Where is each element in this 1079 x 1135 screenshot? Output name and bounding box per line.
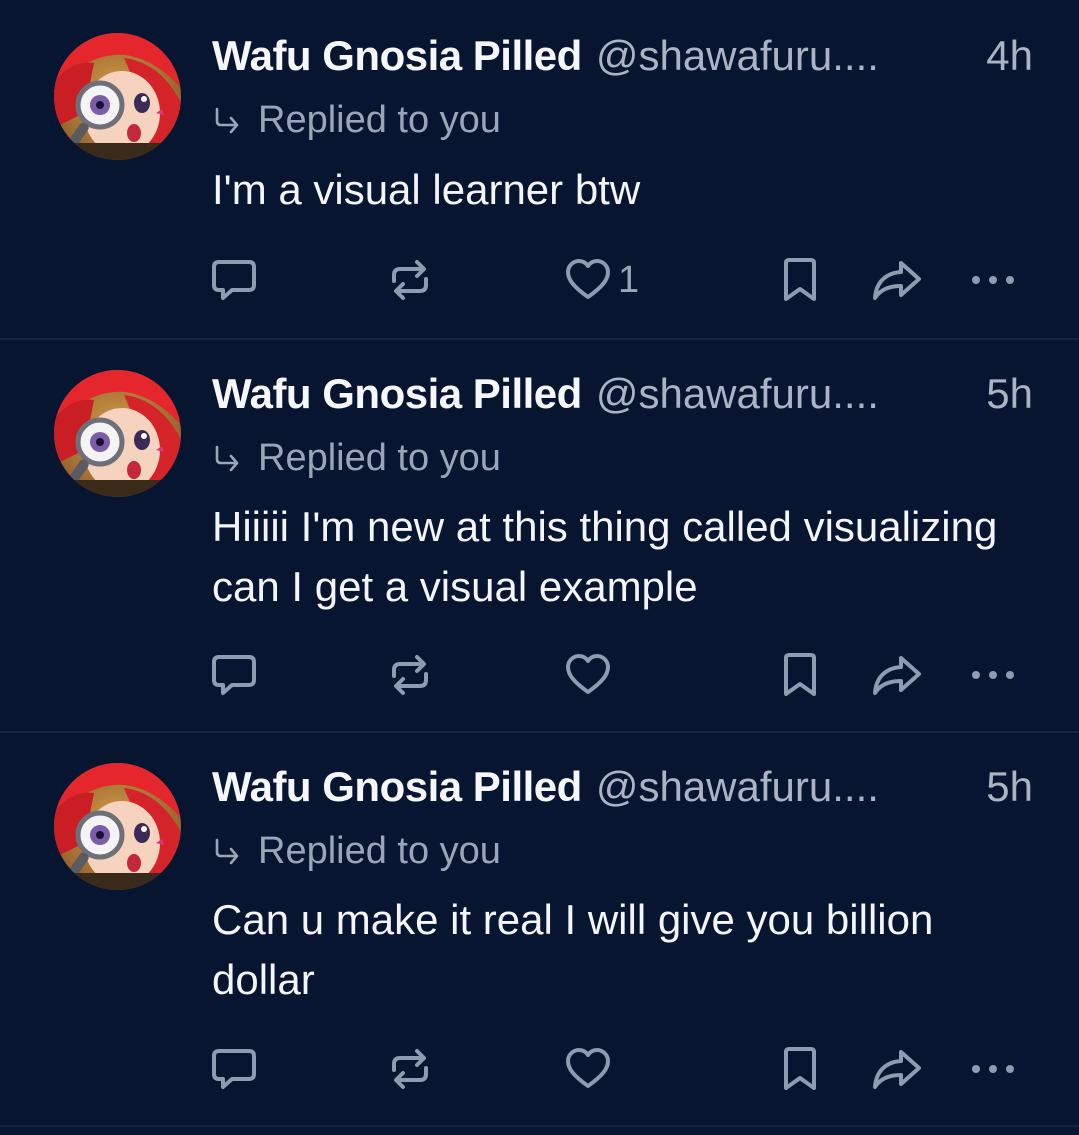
- repost-button[interactable]: [387, 1044, 433, 1094]
- heart-icon: [566, 654, 610, 694]
- author-name[interactable]: Wafu Gnosia Pilled: [212, 32, 582, 80]
- speech-bubble-icon: [212, 1049, 256, 1089]
- post-actions: 1: [0, 255, 1079, 305]
- reply-post[interactable]: Wafu Gnosia Pilled @shawafuru.... 4h Rep…: [0, 0, 1079, 340]
- author-name[interactable]: Wafu Gnosia Pilled: [212, 763, 582, 811]
- avatar[interactable]: [54, 763, 181, 890]
- repost-icon: [392, 1049, 428, 1089]
- reply-post[interactable]: Wafu Gnosia Pilled @shawafuru.... 5h Rep…: [0, 733, 1079, 1127]
- reply-arrow-icon: [215, 838, 239, 865]
- like-button[interactable]: 1: [564, 255, 639, 305]
- reply-context-label: Replied to you: [258, 436, 501, 479]
- like-count: 1: [618, 258, 640, 301]
- share-button[interactable]: [871, 255, 923, 305]
- repost-button[interactable]: [387, 650, 433, 700]
- post-timestamp[interactable]: 5h: [986, 763, 1033, 811]
- repost-button[interactable]: [387, 255, 433, 305]
- post-header: Wafu Gnosia Pilled @shawafuru.... 4h: [212, 32, 1033, 86]
- bookmark-icon: [784, 1047, 816, 1090]
- reply-arrow-icon: [215, 445, 239, 472]
- reply-context-label: Replied to you: [258, 98, 501, 141]
- repost-icon: [392, 260, 428, 300]
- ellipsis-icon: [972, 276, 1014, 284]
- share-arrow-icon: [873, 261, 921, 300]
- more-options-button[interactable]: [968, 255, 1018, 305]
- reply-button[interactable]: [210, 1044, 258, 1094]
- bookmark-button[interactable]: [780, 1044, 820, 1094]
- author-handle[interactable]: @shawafuru....: [596, 32, 976, 80]
- heart-icon: [566, 1048, 610, 1088]
- post-actions: [0, 1044, 1079, 1094]
- ellipsis-icon: [972, 671, 1014, 679]
- notifications-feed: Wafu Gnosia Pilled @shawafuru.... 4h Rep…: [0, 0, 1079, 1135]
- repost-icon: [392, 655, 428, 695]
- share-arrow-icon: [873, 1050, 921, 1089]
- post-actions: [0, 650, 1079, 700]
- author-handle[interactable]: @shawafuru....: [596, 763, 976, 811]
- like-button[interactable]: [564, 650, 618, 700]
- author-handle[interactable]: @shawafuru....: [596, 370, 976, 418]
- bookmark-button[interactable]: [780, 255, 820, 305]
- bookmark-icon: [784, 258, 816, 301]
- bookmark-icon: [784, 653, 816, 696]
- post-timestamp[interactable]: 4h: [986, 32, 1033, 80]
- reply-post[interactable]: Wafu Gnosia Pilled @shawafuru.... 5h Rep…: [0, 340, 1079, 733]
- ellipsis-icon: [972, 1065, 1014, 1073]
- reply-context: Replied to you: [212, 829, 501, 872]
- reply-context: Replied to you: [212, 98, 501, 141]
- avatar[interactable]: [54, 370, 181, 497]
- post-text: Can u make it real I will give you billi…: [212, 896, 934, 1003]
- author-name[interactable]: Wafu Gnosia Pilled: [212, 370, 582, 418]
- share-button[interactable]: [871, 1044, 923, 1094]
- heart-icon: [566, 259, 610, 299]
- more-options-button[interactable]: [968, 650, 1018, 700]
- share-arrow-icon: [873, 656, 921, 695]
- post-header: Wafu Gnosia Pilled @shawafuru.... 5h: [212, 370, 1033, 424]
- share-button[interactable]: [871, 650, 923, 700]
- reply-context: Replied to you: [212, 436, 501, 479]
- more-options-button[interactable]: [968, 1044, 1018, 1094]
- reply-arrow-icon: [215, 107, 239, 134]
- like-button[interactable]: [564, 1044, 618, 1094]
- reply-button[interactable]: [210, 650, 258, 700]
- reply-context-label: Replied to you: [258, 829, 501, 872]
- bookmark-button[interactable]: [780, 650, 820, 700]
- speech-bubble-icon: [212, 260, 256, 300]
- speech-bubble-icon: [212, 655, 256, 695]
- reply-button[interactable]: [210, 255, 258, 305]
- post-text: Hiiiii I'm new at this thing called visu…: [212, 503, 998, 610]
- avatar[interactable]: [54, 33, 181, 160]
- post-text: I'm a visual learner btw: [212, 166, 641, 213]
- post-header: Wafu Gnosia Pilled @shawafuru.... 5h: [212, 763, 1033, 817]
- post-timestamp[interactable]: 5h: [986, 370, 1033, 418]
